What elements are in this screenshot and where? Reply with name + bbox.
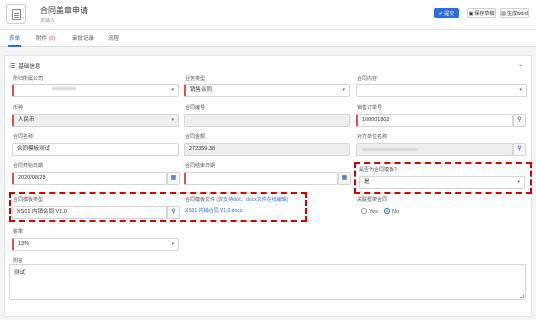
section-title: ☰ 基础信息 bbox=[10, 64, 41, 70]
search-icon[interactable]: ⚲ bbox=[167, 206, 180, 219]
contract-name-label: 合同名称 bbox=[13, 134, 34, 140]
start-date-input[interactable]: 2020/08/28 bbox=[12, 172, 167, 185]
business-type-label: 业务类型 bbox=[185, 76, 206, 82]
start-date-label: 合同开始日期 bbox=[13, 163, 44, 169]
contract-name-input[interactable]: 合同模板测试 bbox=[12, 143, 179, 156]
currency-label: 币种 bbox=[13, 105, 24, 111]
generate-word-button[interactable]: ▤生成word bbox=[500, 8, 529, 18]
is-template-label: 是否为合同模板? bbox=[359, 167, 397, 173]
collapse-chevron-icon[interactable]: ⌄ bbox=[518, 61, 523, 68]
menu-icon: ☰ bbox=[10, 64, 16, 70]
end-date-input[interactable] bbox=[184, 172, 338, 185]
check-icon: ✔ bbox=[438, 11, 444, 17]
contract-amount-field: 272359.38 bbox=[184, 143, 350, 156]
company-label: 所归所属公司 bbox=[13, 76, 44, 82]
counterparty-label: 对方单位名称 bbox=[357, 134, 388, 140]
redacted-text bbox=[362, 148, 418, 151]
search-icon[interactable]: ⚲ bbox=[513, 143, 526, 156]
related-contract-no-radio[interactable]: No bbox=[384, 208, 399, 215]
redacted-text bbox=[52, 87, 76, 90]
template-type-label: 合同模板类型 bbox=[13, 197, 44, 203]
template-file-label: 合同模板文件 (仅支持doc、docx文件在线编辑) bbox=[185, 197, 289, 203]
currency-select[interactable]: 人民币 ▾ bbox=[12, 114, 179, 127]
is-template-select[interactable]: 是 ▾ bbox=[359, 176, 525, 189]
end-date-label: 合同结束日期 bbox=[185, 163, 216, 169]
save-icon: ▣ bbox=[468, 11, 474, 17]
tab-bar: 表单 附件 (0) 审批记录 流程 bbox=[0, 30, 536, 47]
tab-form[interactable]: 表单 bbox=[9, 34, 20, 42]
remark-textarea[interactable]: 测试 bbox=[9, 264, 526, 300]
page-header: 合同盖章申请 未输入 ✔提交 ▣保存草稿 ▤生成word bbox=[0, 0, 536, 30]
active-tab-indicator bbox=[8, 45, 21, 47]
related-contract-yes-radio[interactable]: Yes bbox=[361, 208, 378, 215]
contract-no-label: 合同编号 bbox=[185, 105, 206, 111]
sales-order-no-input[interactable]: 100001802 bbox=[356, 114, 513, 127]
contract-content-select[interactable]: ▾ bbox=[356, 84, 527, 97]
tab-attachments[interactable]: 附件 (0) bbox=[36, 34, 55, 42]
word-icon: ▤ bbox=[501, 11, 506, 17]
contract-app-icon bbox=[6, 4, 26, 24]
page-title: 合同盖章申请 bbox=[40, 6, 88, 15]
remark-label: 附言 bbox=[13, 258, 24, 264]
sales-order-no-label: 销售订单号 bbox=[357, 105, 383, 111]
save-draft-button[interactable]: ▣保存草稿 bbox=[467, 8, 496, 18]
tax-rate-select[interactable]: 13% ▾ bbox=[12, 238, 179, 251]
calendar-icon[interactable]: ▦ bbox=[338, 172, 351, 185]
contract-no-field bbox=[184, 114, 350, 127]
related-contract-label: 关联框架合同 bbox=[357, 197, 388, 203]
calendar-icon[interactable]: ▦ bbox=[167, 172, 180, 185]
search-icon[interactable]: ⚲ bbox=[513, 114, 526, 127]
company-select[interactable]: ▾ bbox=[12, 84, 179, 97]
business-type-select[interactable]: 销售合同 ▾ bbox=[184, 84, 350, 97]
template-type-input[interactable]: XS01 内销合同 V1.0 bbox=[12, 206, 167, 219]
tab-approval-records[interactable]: 审批记录 bbox=[72, 34, 94, 42]
resize-handle[interactable] bbox=[520, 294, 524, 298]
page-subtitle: 未输入 bbox=[40, 18, 56, 24]
tab-workflow[interactable]: 流程 bbox=[108, 34, 119, 42]
contract-content-label: 合同内容 bbox=[357, 76, 378, 82]
tax-rate-label: 税率 bbox=[13, 229, 24, 235]
submit-button[interactable]: ✔提交 bbox=[434, 8, 459, 18]
template-file-link[interactable]: XS01 内销合同 V1.0.docx bbox=[185, 207, 242, 214]
contract-amount-label: 合同金额 bbox=[185, 134, 206, 140]
